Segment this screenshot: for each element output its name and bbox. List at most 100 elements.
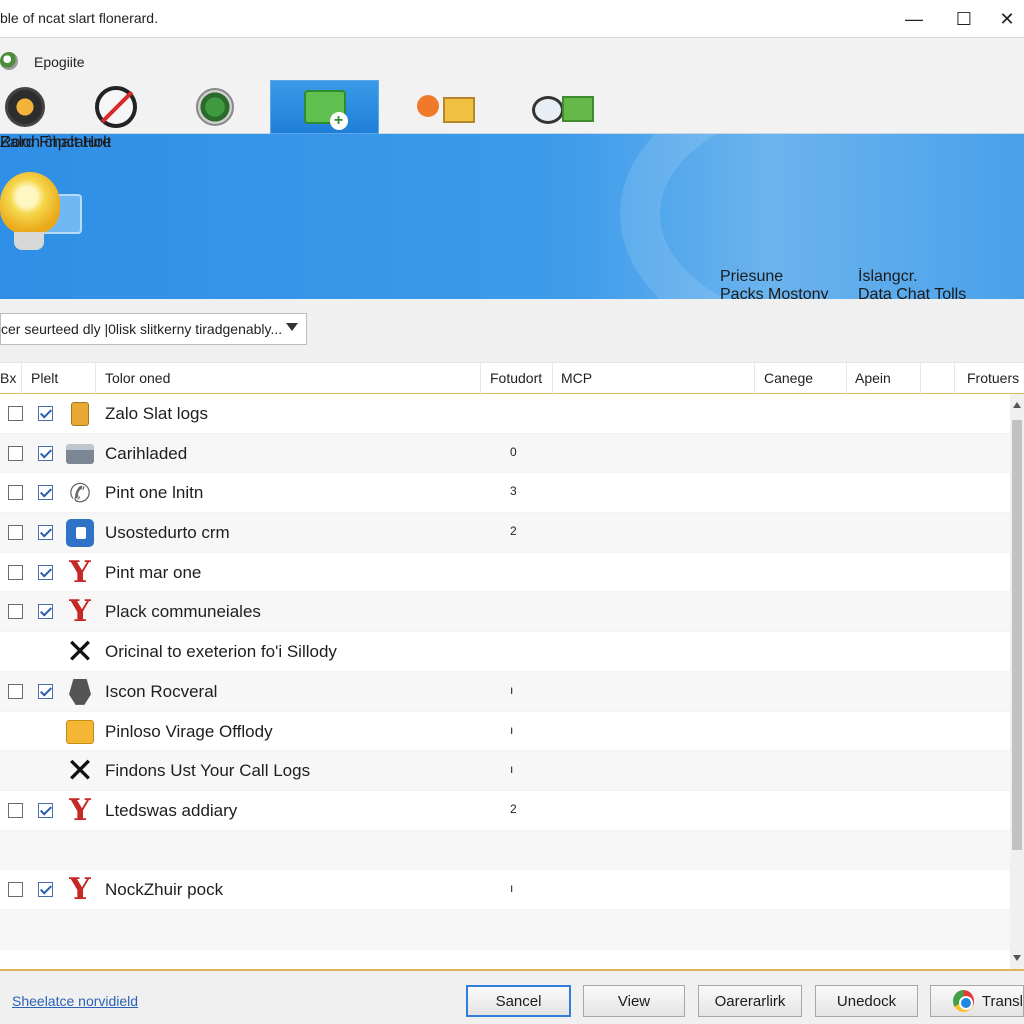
column-header-apein[interactable]: Apein	[847, 363, 921, 394]
row-select-checkbox[interactable]	[8, 406, 23, 421]
close-button[interactable]: ✕	[990, 0, 1024, 38]
y-glyph: Y	[69, 554, 91, 590]
table-row[interactable]: Y Pint mar one	[0, 552, 1010, 593]
y-glyph: Y	[69, 792, 91, 828]
results-table: Bx Plelt Tolor oned Fotudort MCP Canege …	[0, 363, 1024, 969]
toolbar-paint-button[interactable]	[408, 80, 484, 134]
lock-glyph	[71, 402, 89, 426]
row-label: Usostedurto crm	[105, 523, 230, 543]
window-title: ble of ncat slart flonerard.	[0, 10, 158, 26]
table-row[interactable]: Iscon Rocveral ı	[0, 671, 1010, 712]
row-enabled-checkbox[interactable]	[38, 683, 53, 699]
row-select-checkbox[interactable]	[8, 445, 23, 461]
lock-icon	[66, 400, 94, 428]
cancel-button[interactable]: Sancel	[466, 985, 571, 1017]
phone-glyph: ✆	[69, 478, 91, 509]
row-enabled-checkbox[interactable]	[38, 406, 53, 421]
row-select-checkbox[interactable]	[8, 802, 23, 818]
y-icon: Y	[66, 792, 94, 828]
table-row[interactable]: ✕ Oricinal to exeterion fo'i Sillody	[0, 632, 1010, 672]
vertical-scrollbar[interactable]	[1010, 394, 1024, 969]
footer-link[interactable]: Sheelatce norvidield	[12, 993, 138, 1009]
y-icon: Y	[66, 554, 94, 590]
row-enabled-checkbox[interactable]	[38, 525, 53, 541]
table-row[interactable]: Y Ltedswas addiary 2	[0, 790, 1010, 831]
phone-icon: ✆	[66, 479, 94, 507]
column-header-mcp[interactable]: MCP	[553, 363, 755, 394]
minimize-button[interactable]: —	[886, 0, 942, 38]
feature-line1: Ìslangcr.	[858, 268, 918, 285]
row-enabled-checkbox[interactable]	[38, 564, 53, 580]
toolbar-add-folder-button[interactable]	[270, 80, 379, 134]
row-label: Iscon Rocveral	[105, 681, 218, 701]
y-icon: Y	[66, 875, 94, 905]
table-row[interactable]: ✆ Pint one lnitn 3	[0, 473, 1010, 514]
app-header: Epogiite	[0, 38, 1024, 80]
table-row[interactable]: Y Plack communeiales	[0, 592, 1010, 633]
column-header-frotuers[interactable]: Frotuers	[955, 363, 1024, 394]
row-label: Pinloso Virage Offlody	[105, 721, 273, 741]
printer-icon	[66, 440, 94, 468]
printer-glyph	[66, 443, 94, 464]
row-value: 0	[510, 444, 517, 459]
filter-dropdown[interactable]: cer seurteed dly |0lisk slitkerny tiradg…	[0, 313, 307, 345]
toolbar-compass-button[interactable]	[0, 80, 50, 134]
table-row[interactable]	[0, 909, 1010, 950]
column-header-blank[interactable]	[921, 363, 955, 394]
toolbar-globe-button[interactable]	[184, 80, 246, 134]
overlink-button-label: Oarerarlirk	[714, 992, 786, 1010]
row-enabled-checkbox[interactable]	[38, 604, 53, 620]
table-row[interactable]: Zalo Slat logs	[0, 394, 1010, 434]
row-select-checkbox[interactable]	[8, 683, 23, 699]
app-glyph	[66, 519, 94, 548]
toolbar-block-button[interactable]	[86, 80, 146, 134]
column-header-bx[interactable]: Bx	[0, 363, 22, 394]
folder-glyph	[66, 719, 94, 744]
unlock-button[interactable]: Unedock	[815, 985, 918, 1017]
table-row[interactable]: Pinloso Virage Offlody ı	[0, 711, 1010, 752]
filter-bar: cer seurteed dly |0lisk slitkerny tiradg…	[0, 299, 1024, 363]
maximize-button[interactable]: ☐	[936, 0, 992, 38]
cancel-button-label: Sancel	[495, 992, 542, 1010]
row-select-checkbox[interactable]	[8, 485, 23, 501]
scroll-down-icon[interactable]	[1013, 955, 1021, 961]
scroll-up-icon[interactable]	[1013, 402, 1021, 408]
banner-features: Priesune Packs Mostony Ìslangcr. Data Ch…	[0, 134, 1024, 303]
title-bar: ble of ncat slart flonerard. — ☐ ✕	[0, 0, 1024, 38]
row-enabled-checkbox[interactable]	[38, 485, 53, 501]
row-enabled-checkbox[interactable]	[38, 445, 53, 461]
row-label: Zalo Slat logs	[105, 404, 208, 423]
folder-add-icon	[303, 90, 348, 130]
toolbar-monitor-button[interactable]	[526, 80, 602, 134]
overlink-button[interactable]: Oarerarlirk	[698, 985, 802, 1017]
column-header-tolor-oned[interactable]: Tolor oned	[96, 363, 481, 394]
row-select-checkbox[interactable]	[8, 604, 23, 620]
table-row[interactable]: Y NockZhuir pock ı	[0, 870, 1010, 910]
view-button-label: View	[617, 992, 651, 1010]
table-row[interactable]: ✕ Findons Ust Your Call Logs ı	[0, 751, 1010, 791]
row-enabled-checkbox[interactable]	[38, 802, 53, 818]
row-label: Plack communeiales	[105, 602, 261, 622]
row-label: Findons Ust Your Call Logs	[105, 761, 311, 781]
row-select-checkbox[interactable]	[8, 882, 23, 898]
row-enabled-checkbox[interactable]	[38, 882, 53, 898]
row-value: 2	[510, 801, 517, 816]
scroll-thumb[interactable]	[1012, 420, 1022, 850]
filter-dropdown-value: cer seurteed dly |0lisk slitkerny tiradg…	[1, 321, 283, 337]
y-glyph: Y	[69, 594, 91, 630]
view-button[interactable]: View	[583, 985, 685, 1017]
folder-icon	[66, 718, 94, 746]
column-header-fotudort[interactable]: Fotudort	[481, 363, 553, 394]
bottom-bar: Sheelatce norvidield Sancel View Oarerar…	[0, 969, 1024, 1024]
column-header-canege[interactable]: Canege	[755, 363, 847, 394]
translate-button[interactable]: Transl	[930, 985, 1024, 1017]
row-select-checkbox[interactable]	[8, 564, 23, 580]
table-row[interactable]: Usostedurto crm 2	[0, 513, 1010, 553]
table-row[interactable]: Carihladed 0	[0, 433, 1010, 474]
chrome-icon	[953, 990, 974, 1012]
table-row[interactable]	[0, 830, 1010, 871]
row-select-checkbox[interactable]	[8, 525, 23, 541]
row-label: Ltedswas addiary	[105, 800, 238, 820]
column-header-plelt[interactable]: Plelt	[22, 363, 96, 394]
feature-line1: Priesune	[720, 268, 784, 285]
